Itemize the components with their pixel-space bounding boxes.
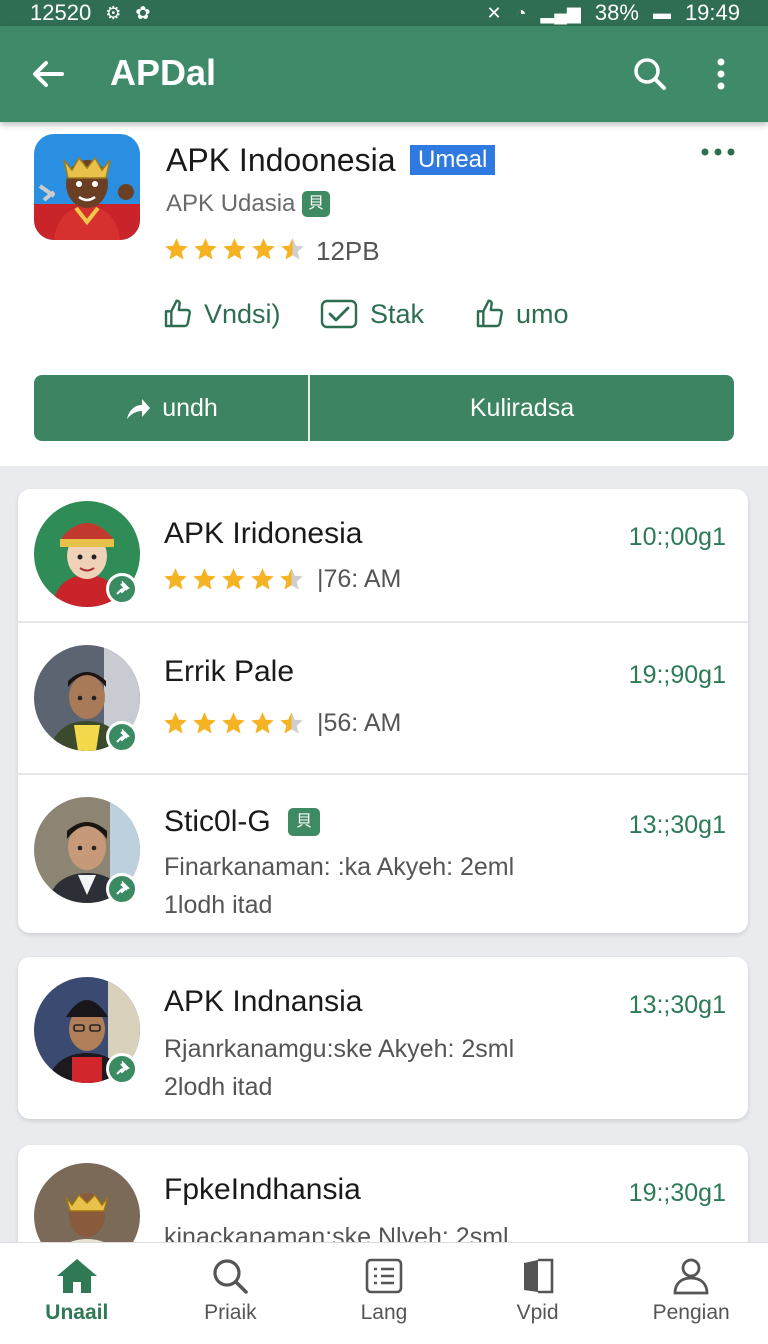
book-icon [523,1258,553,1294]
battery-percent: 38% [594,0,639,25]
action-check[interactable]: Stak [320,298,424,330]
nav-label: Lang [360,1301,408,1324]
list-item-title: Errik Pale [164,655,295,688]
star-icon [280,568,303,590]
search-icon[interactable] [630,54,670,94]
more-vert-icon[interactable] [706,54,736,94]
app-size: 12PB [316,236,380,266]
pin-badge-icon [106,573,138,605]
developer-badge: ⾙ [302,191,330,217]
list-item-time: 13:;30g1 [628,991,726,1019]
nav-label: Priaik [204,1301,257,1324]
search-icon [213,1259,249,1294]
share-button-label: undh [162,393,218,422]
mute-icon: ✕ [486,3,502,23]
star-icon [164,712,187,734]
list-item-title: APK Iridonesia [164,517,363,550]
pin-badge-icon [106,721,138,753]
list-item-detail: 1lodh itad [164,891,273,919]
list-item-time: 13:;30g1 [628,811,726,839]
app-title: APDal [110,52,217,93]
nav-item-list[interactable]: Lang [307,1243,461,1344]
star-icon [222,712,245,734]
pin-badge-icon [106,873,138,905]
nav-item-home[interactable]: Unaail [0,1243,154,1344]
star-icon [193,712,216,734]
list-card: APK Indnansia 13:;30g1 Rjanrkanamgu:ske … [18,957,748,1119]
star-icon [194,238,217,260]
primary-button[interactable]: Kuliradsa [310,375,734,441]
list-item[interactable]: APK Indnansia 13:;30g1 Rjanrkanamgu:ske … [18,957,748,1119]
list-item-time: 10:;00g1 [628,523,726,551]
star-icon [164,568,187,590]
thumbs-up-icon [162,298,194,330]
thumbs-up-icon [474,298,506,330]
app-header-card: APK Indoonesia Umeal APK Udasia ⾙ 12PB V… [0,122,768,466]
rating-stars [162,710,305,737]
list-item-subtitle: Rjanrkanamgu:ske Akyeh: 2sml [164,1035,515,1063]
developer-name: APK Udasia [166,190,296,217]
star-icon [251,568,274,590]
action-label: Stak [370,298,425,329]
status-time: 19:49 [684,0,740,25]
app-bar: APDal [0,26,768,122]
list-icon [365,1258,403,1294]
signal-icon: ▂▄▆ [540,3,581,23]
star-icon [222,568,245,590]
list-item-title: FpkeIndhansia [164,1173,361,1206]
check-mail-icon [320,299,358,329]
back-arrow-icon[interactable] [28,54,68,94]
list-item-detail: 2lodh itad [164,1073,273,1101]
status-bar: 12520 ⚙ ✿ ✕ ◔ ▂▄▆ 38% ▬ 19:49 [0,0,768,26]
app-tag-badge: Umeal [410,145,496,175]
list-card: APK Iridonesia 10:;00g1 |76: AM Errik Pa… [18,489,748,933]
nav-item-profile[interactable]: Pengian [614,1243,768,1344]
app-rating-stars [163,236,306,263]
list-item-title: APK Indnansia [164,985,363,1018]
nav-label: Unaail [45,1301,109,1324]
person-icon [673,1258,709,1295]
action-like-1[interactable]: Vndsi) [162,298,281,330]
notification-icon: ⚙ [105,3,122,23]
split-button: undh Kuliradsa [34,375,734,441]
bottom-nav: Unaail Priaik Lang Vpid Pengian [0,1242,768,1344]
star-icon [280,712,303,734]
more-horiz-icon[interactable] [700,144,736,160]
app-icon[interactable] [34,134,140,240]
star-icon [281,238,304,260]
list-item-subtitle: Finarkanaman: :ka Akyeh: 2eml [164,853,515,881]
status-left-text: 12520 [30,0,92,25]
list-item[interactable]: Errik Pale 19:;90g1 |56: AM [18,623,748,775]
star-icon [165,238,188,260]
verified-badge: ⾙ [288,808,320,836]
list-item[interactable]: APK Iridonesia 10:;00g1 |76: AM [18,489,748,623]
nav-label: Vpid [516,1301,559,1324]
action-like-2[interactable]: umo [474,298,569,330]
nav-item-book[interactable]: Vpid [461,1243,615,1344]
list-item[interactable]: Stic0l-G ⾙ 13:;30g1 Finarkanaman: :ka Ak… [18,775,748,933]
star-icon [193,568,216,590]
star-icon [223,238,246,260]
nav-label: Pengian [652,1301,730,1324]
share-button[interactable]: undh [34,375,310,441]
action-label: umo [516,298,569,329]
pin-badge-icon [106,1053,138,1085]
app-notification-icon: ✿ [135,3,151,23]
app-name: APK Indoonesia [166,142,396,178]
star-icon [251,712,274,734]
list-item-time: 19:;30g1 [628,1179,726,1207]
battery-icon: ▬ [652,3,671,23]
share-arrow-icon [127,399,151,419]
list-item-meta: |76: AM [317,565,402,593]
list-item-title: Stic0l-G [164,805,271,838]
action-label: Vndsi) [204,298,281,329]
wifi-icon: ◔ [515,3,527,23]
nav-item-search[interactable]: Priaik [154,1243,308,1344]
primary-button-label: Kuliradsa [469,393,575,422]
rating-stars [162,566,305,593]
list-item-meta: |56: AM [317,709,402,737]
list-item-time: 19:;90g1 [628,661,726,689]
star-icon [252,238,275,260]
home-icon [56,1259,97,1293]
